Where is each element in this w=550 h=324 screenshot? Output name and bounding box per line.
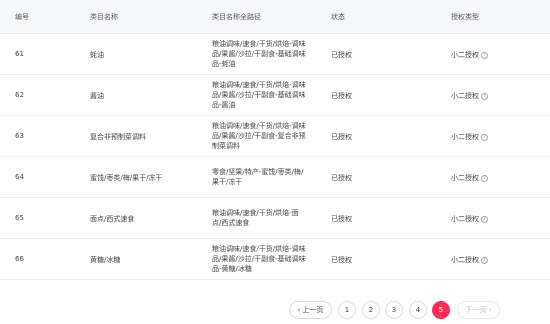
row-auth-type: 小二授权? (451, 214, 488, 224)
row-auth-label: 小二授权 (451, 215, 479, 223)
row-category-path: 粮油调味/速食/干货/烘焙-调味 品/果酱/沙拉/干副食-复合非预 制菜调料 (212, 121, 322, 151)
header-status: 状态 (331, 13, 345, 21)
category-auth-page: 编号 类目名称 类目名称全路径 状态 授权类型 61 蚝油 粮油调味/速食/干货/烘… (0, 0, 550, 324)
help-icon[interactable]: ? (481, 92, 488, 100)
row-category-name: 黄糖/冰糖 (90, 256, 121, 264)
row-category-path: 零食/坚果/特产-蜜饯/枣类/梅/果干/冻干 (212, 167, 322, 187)
row-category-path-line: 果干/冻干 (212, 178, 243, 186)
table-row: 63 复合非预制菜调料 粮油调味/速食/干货/烘焙-调味 品/果酱/沙拉/干副食-复合… (0, 116, 550, 157)
page-button-4[interactable]: 4 (409, 301, 427, 319)
row-category-name: 面点/西式速食 (90, 215, 135, 223)
row-category-path-line: 品/果酱/沙拉/干副食-复合非预 (212, 132, 306, 140)
row-auth-type: 小二授权? (451, 255, 488, 265)
next-page-button[interactable]: 下一页 › (457, 301, 500, 319)
row-category-path-line: 品-酱油 (212, 101, 236, 109)
row-category-name: 蜜饯/枣类/梅/果干/冻干 (90, 174, 163, 182)
pagination: ‹ 上一页 1 2 3 4 5 下一页 › (0, 301, 550, 321)
row-category-path-line: 品/果酱/沙拉/干副食-基础调味 (212, 50, 306, 58)
row-category-path-line: 粮油调味/速食/干货/烘焙-调味 (212, 81, 306, 89)
table-row: 64 蜜饯/枣类/梅/果干/冻干 零食/坚果/特产-蜜饯/枣类/梅/果干/冻干 已授权… (0, 157, 550, 198)
row-id: 63 (15, 132, 24, 140)
help-icon[interactable]: ? (481, 256, 488, 264)
row-category-path: 粮油调味/速食/干货/烘焙-调味 品/果酱/沙拉/干副食-基础调味 品-蚝油 (212, 39, 322, 69)
row-category-name: 复合非预制菜调料 (90, 133, 146, 141)
row-auth-type: 小二授权? (451, 173, 488, 183)
row-auth-label: 小二授权 (451, 174, 479, 182)
row-auth-label: 小二授权 (451, 92, 479, 100)
row-category-name: 酱油 (90, 92, 104, 100)
table-row: 65 面点/西式速食 粮油调味/速食/干货/烘焙-面 点/西式速食 已授权 小二授权? (0, 198, 550, 239)
header-auth: 授权类型 (451, 13, 479, 21)
row-category-path-line: 品/果酱/沙拉/干副食-基础调味 (212, 255, 306, 263)
prev-page-button[interactable]: ‹ 上一页 (289, 301, 332, 319)
row-status: 已授权 (331, 133, 352, 141)
row-id: 64 (15, 173, 24, 181)
row-category-path-line: 品-黄糖/冰糖 (212, 265, 252, 273)
row-auth-type: 小二授权? (451, 50, 488, 60)
row-id: 62 (15, 91, 24, 99)
row-category-path-line: 品-蚝油 (212, 60, 236, 68)
row-category-path-line: 零食/坚果/特产-蜜饯/枣类/梅/ (212, 168, 304, 176)
table-header: 编号 类目名称 类目名称全路径 状态 授权类型 (0, 0, 550, 34)
row-category-path: 粮油调味/速食/干货/烘焙-调味 品/果酱/沙拉/干副食-基础调味 品-酱油 (212, 80, 322, 110)
row-auth-label: 小二授权 (451, 51, 479, 59)
header-name: 类目名称 (90, 13, 118, 21)
row-status: 已授权 (331, 174, 352, 182)
page-button-5[interactable]: 5 (432, 301, 450, 319)
help-icon[interactable]: ? (481, 174, 488, 182)
page-button-2[interactable]: 2 (362, 301, 380, 319)
row-auth-label: 小二授权 (451, 256, 479, 264)
row-id: 65 (15, 214, 24, 222)
table-row: 66 黄糖/冰糖 粮油调味/速食/干货/烘焙-调味 品/果酱/沙拉/干副食-基础调味品… (0, 239, 550, 280)
row-category-path-line: 粮油调味/速食/干货/烘焙-调味 (212, 245, 306, 253)
category-table: 编号 类目名称 类目名称全路径 状态 授权类型 61 蚝油 粮油调味/速食/干货/烘… (0, 0, 550, 280)
header-id: 编号 (15, 13, 29, 21)
row-status: 已授权 (331, 215, 352, 223)
row-category-path-line: 粮油调味/速食/干货/烘焙-调味 (212, 40, 306, 48)
row-category-name: 蚝油 (90, 51, 104, 59)
row-category-path: 粮油调味/速食/干货/烘焙-调味 品/果酱/沙拉/干副食-基础调味 品-黄糖/冰糖 (212, 244, 322, 274)
row-status: 已授权 (331, 92, 352, 100)
help-icon[interactable]: ? (481, 133, 488, 141)
row-category-path-line: 品/果酱/沙拉/干副食-基础调味 (212, 91, 306, 99)
row-auth-type: 小二授权? (451, 91, 488, 101)
row-category-path: 粮油调味/速食/干货/烘焙-面 点/西式速食 (212, 208, 322, 228)
row-category-path-line: 点/西式速食 (212, 219, 250, 227)
table-body: 61 蚝油 粮油调味/速食/干货/烘焙-调味 品/果酱/沙拉/干副食-基础调味 品-蚝油… (0, 34, 550, 280)
row-status: 已授权 (331, 256, 352, 264)
row-category-path-line: 制菜调料 (212, 142, 240, 150)
page-button-1[interactable]: 1 (338, 301, 356, 319)
table-row: 61 蚝油 粮油调味/速食/干货/烘焙-调味 品/果酱/沙拉/干副食-基础调味 品-蚝油… (0, 34, 550, 75)
row-category-path-line: 粮油调味/速食/干货/烘焙-调味 (212, 122, 306, 130)
header-path: 类目名称全路径 (212, 13, 261, 21)
row-auth-label: 小二授权 (451, 133, 479, 141)
row-id: 61 (15, 50, 24, 58)
row-id: 66 (15, 255, 24, 263)
help-icon[interactable]: ? (481, 215, 488, 223)
row-auth-type: 小二授权? (451, 132, 488, 142)
row-category-path-line: 粮油调味/速食/干货/烘焙-面 (212, 209, 299, 217)
row-status: 已授权 (331, 51, 352, 59)
page-button-3[interactable]: 3 (385, 301, 403, 319)
help-icon[interactable]: ? (481, 51, 488, 59)
table-row: 62 酱油 粮油调味/速食/干货/烘焙-调味 品/果酱/沙拉/干副食-基础调味 品-酱油… (0, 75, 550, 116)
